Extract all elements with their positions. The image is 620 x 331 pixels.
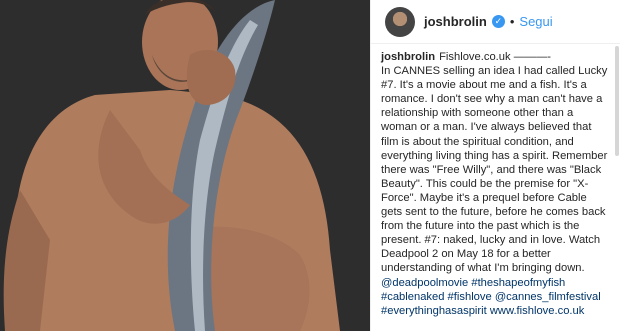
post-sidebar: joshbrolin ✓ • Segui joshbrolin Fishlove.… — [370, 0, 620, 331]
instagram-post: joshbrolin ✓ • Segui joshbrolin Fishlove.… — [0, 0, 620, 331]
caption-username-link[interactable]: joshbrolin — [381, 51, 435, 63]
caption-tags[interactable]: @deadpoolmovie #theshapeofmyfish #cablen… — [381, 276, 610, 318]
caption: joshbrolin Fishlove.co.uk ———- In CANNES … — [371, 44, 620, 318]
separator-dot: • — [509, 14, 515, 29]
caption-first-line: Fishlove.co.uk ———- — [439, 51, 551, 63]
verified-icon: ✓ — [491, 15, 505, 28]
scrollbar[interactable] — [615, 46, 619, 156]
follow-button[interactable]: Segui — [519, 14, 552, 29]
post-photo[interactable] — [0, 0, 370, 331]
username-link[interactable]: joshbrolin — [424, 14, 487, 29]
caption-body: In CANNES selling an idea I had called L… — [381, 65, 608, 275]
post-header: joshbrolin ✓ • Segui — [371, 0, 620, 44]
photo-man-holding-fish — [3, 0, 341, 331]
avatar[interactable] — [385, 6, 415, 37]
